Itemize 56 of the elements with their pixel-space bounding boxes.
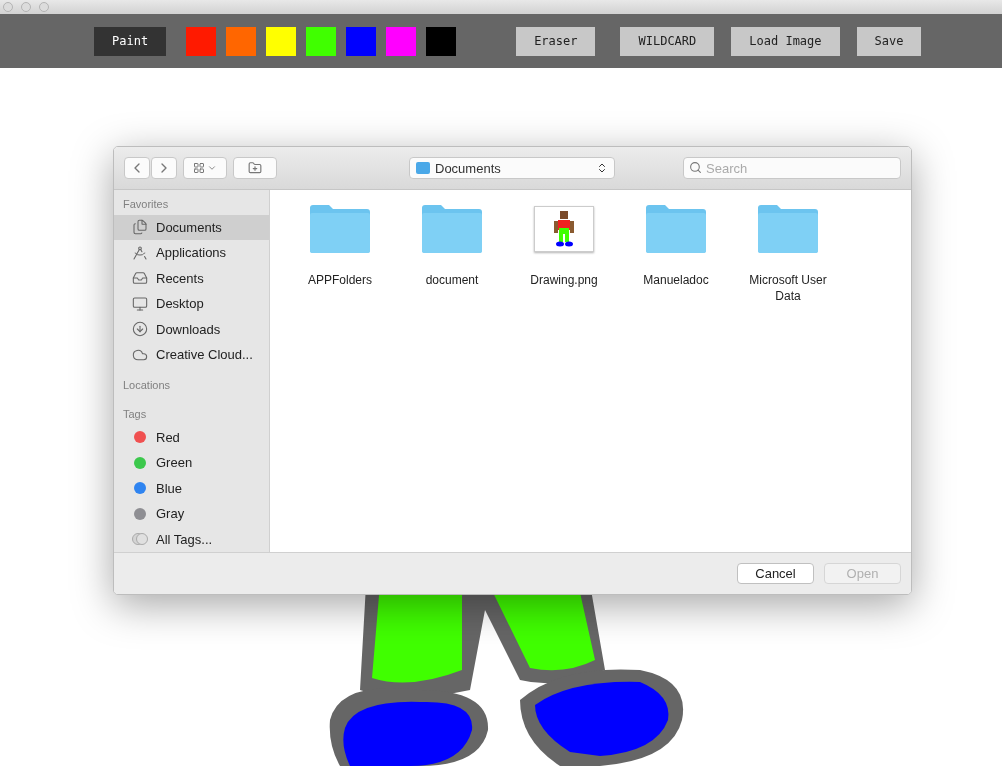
tag-item[interactable]: Gray [114, 501, 269, 527]
cancel-button[interactable]: Cancel [737, 563, 814, 584]
folder-plus-icon [248, 161, 262, 175]
location-label: Documents [435, 160, 502, 176]
view-options-button[interactable] [183, 157, 227, 179]
color-swatch[interactable] [186, 26, 217, 56]
section-heading: Locations [122, 378, 172, 394]
toolbar-button[interactable]: WILDCARD [620, 26, 715, 56]
paint-tool-button[interactable]: Paint [94, 26, 167, 56]
location-dropdown[interactable]: Documents [409, 157, 615, 179]
folder-icon [421, 204, 483, 254]
color-swatch[interactable] [306, 26, 337, 56]
sidebar-item[interactable]: Applications [114, 240, 269, 266]
file-name[interactable]: Microsoft User Data [740, 272, 836, 304]
color-swatch[interactable] [426, 26, 457, 56]
folder-icon [416, 162, 430, 174]
monitor-icon [132, 295, 148, 312]
new-folder-button[interactable] [233, 157, 277, 179]
tag-item[interactable]: Green [114, 450, 269, 476]
file-name[interactable]: Manueladoc [628, 272, 724, 288]
color-swatch[interactable] [386, 26, 417, 56]
sidebar-item[interactable]: Documents [114, 214, 269, 241]
folder-icon [309, 204, 371, 254]
download-icon [132, 321, 148, 338]
sidebar-item[interactable]: Recents [114, 265, 269, 291]
color-swatch[interactable] [226, 26, 257, 56]
color-swatch[interactable] [266, 26, 297, 56]
sidebar-item[interactable]: Downloads [114, 316, 269, 342]
section-heading: Favorites [122, 197, 170, 212]
color-swatch[interactable] [346, 26, 377, 56]
folder-icon [645, 204, 707, 254]
tag-item[interactable]: Red [114, 424, 269, 451]
toolbar-button[interactable]: Eraser [516, 26, 596, 56]
file-name[interactable]: APPFolders [292, 272, 388, 288]
file-name[interactable]: document [404, 272, 500, 288]
search-field[interactable]: Search [683, 157, 901, 179]
sidebar-item[interactable]: Creative Cloud... [114, 341, 269, 368]
figure-drawing [551, 210, 577, 248]
search-icon [689, 161, 702, 174]
toolbar-button[interactable]: Load Image [731, 26, 840, 56]
caret-icon [207, 163, 217, 173]
documents-icon [132, 219, 148, 236]
file-name[interactable]: Drawing.png [516, 272, 612, 288]
all-tags-icon [132, 533, 148, 546]
inbox-icon [132, 270, 148, 287]
toolbar-button[interactable]: Save [856, 26, 922, 56]
forward-button[interactable] [151, 157, 177, 179]
tag-item[interactable]: All Tags... [114, 526, 269, 552]
drafting-compass-icon [132, 244, 148, 261]
section-heading: Tags [122, 407, 148, 423]
updown-chevron-icon [596, 162, 608, 174]
grid-icon [193, 162, 205, 174]
back-button[interactable] [124, 157, 150, 179]
tag-item[interactable]: Blue [114, 475, 269, 502]
folder-icon [757, 204, 819, 254]
sidebar-item[interactable]: Desktop [114, 291, 269, 317]
